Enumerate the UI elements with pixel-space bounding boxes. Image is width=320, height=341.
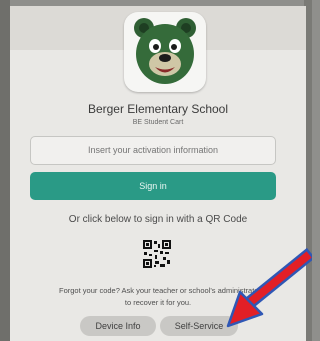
annotation-arrow-icon	[226, 247, 312, 328]
